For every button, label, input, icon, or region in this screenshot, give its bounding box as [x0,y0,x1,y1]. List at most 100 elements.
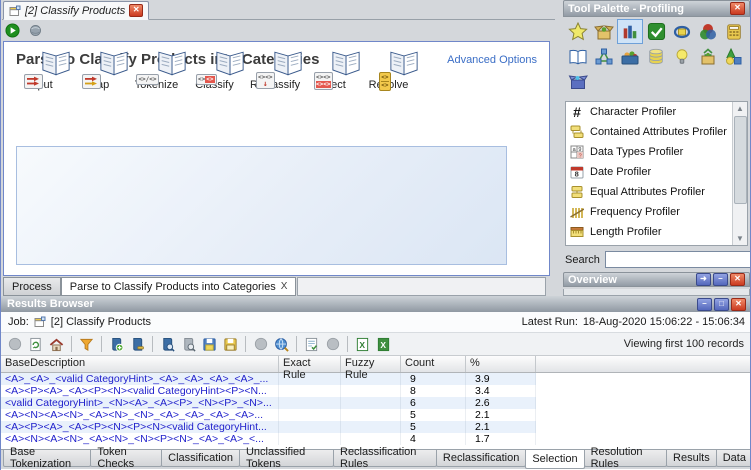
column-header-exact-rule[interactable]: Exact Rule [279,356,341,372]
list-item-equal-attributes-profiler[interactable]: Equal Attributes Profiler [566,182,747,202]
list-item-frequency-profiler[interactable]: Frequency Profiler [566,202,747,222]
viewing-note: Viewing first 100 records [624,338,748,350]
close-icon[interactable]: ✕ [731,298,746,311]
minimize-icon[interactable]: – [697,298,712,311]
sphere-icon[interactable] [29,24,42,37]
color-circles-icon[interactable] [695,19,721,44]
scrollbar-thumb[interactable] [734,116,747,204]
list-item-date-profiler[interactable]: 8 Date Profiler [566,162,747,182]
advanced-options-link[interactable]: Advanced Options [447,54,537,66]
overview-title: Overview [568,273,694,287]
column-header-basedescription[interactable]: BaseDescription [1,356,279,372]
checkbox-icon[interactable] [643,19,669,44]
database-icon[interactable] [643,44,669,69]
profiler-list-scrollbar[interactable]: ▲ ▼ [732,102,747,245]
list-item-character-profiler[interactable]: # Character Profiler [566,102,747,122]
star-icon[interactable] [565,19,591,44]
list-item-length-profiler[interactable]: Length Profiler [566,222,747,242]
table-row[interactable]: <A><P><A>_<A><P><N><valid CategoryHint><… [1,385,536,397]
tab-classify-products[interactable]: [2] Classify Products ✕ [3,1,149,20]
tab-resolution-rules[interactable]: Resolution Rules [584,450,667,467]
svg-text:?: ? [579,153,582,159]
tab-selection[interactable]: Selection [525,450,584,469]
overview-titlebar: Overview ➜ – ✕ [563,272,750,287]
list-item-data-types-profiler[interactable]: a9? Data Types Profiler [566,142,747,162]
web-search-icon[interactable] [272,335,291,354]
filter-funnel-icon[interactable] [77,335,96,354]
table-row[interactable]: <A>_<A>_<valid CategoryHint>_<A>_<A>_<A>… [1,373,536,385]
step-tokenize[interactable]: <>/<> Tokenize [134,76,179,91]
maximize-icon[interactable]: □ [714,298,729,311]
search-input[interactable] [605,251,751,268]
table-row[interactable]: <A><P><A>_<A><P><N><P><N><valid Category… [1,421,536,433]
open-book-icon[interactable] [565,44,591,69]
tab-reclassification[interactable]: Reclassification [436,450,526,467]
lightbulb-icon[interactable] [669,44,695,69]
bar-chart-icon[interactable] [617,19,643,44]
disabled-circle-icon[interactable] [5,335,24,354]
minimize-icon[interactable]: – [713,273,728,286]
loop-icon[interactable] [669,19,695,44]
report-form-icon[interactable] [302,335,321,354]
tab-base-tokenization[interactable]: Base Tokenization [3,450,91,467]
step-input[interactable]: Input [18,76,63,91]
tab-classification[interactable]: Classification [161,450,240,467]
results-toolbar: X X Viewing first 100 records [1,333,751,356]
tab-data[interactable]: Data [716,450,751,467]
tab-process[interactable]: Process [3,277,61,296]
tab-unclassified-tokens[interactable]: Unclassified Tokens [239,450,334,467]
tab-token-checks[interactable]: Token Checks [90,450,162,467]
results-browser-titlebar: Results Browser – □ ✕ [1,296,751,312]
remove-result-icon[interactable] [128,335,147,354]
tab-reclassification-rules[interactable]: Reclassification Rules [333,450,437,467]
close-icon[interactable]: ✕ [730,2,745,15]
box-recycle-icon[interactable] [695,44,721,69]
table-row[interactable]: <A><N><A><N>_<A><N>_<N><P><N>_<A>_<A>_<.… [1,433,536,445]
save-icon[interactable] [200,335,219,354]
search-document-gray-icon[interactable] [179,335,198,354]
svg-text:9: 9 [578,147,581,153]
column-header-fuzzy-rule[interactable]: Fuzzy Rule [341,356,401,372]
excel-export-icon[interactable]: X [353,335,372,354]
add-result-icon[interactable] [107,335,126,354]
tab-close-x[interactable]: X [281,281,288,292]
list-item-partial[interactable] [566,242,747,246]
blue-box-icon[interactable] [565,69,591,94]
close-icon[interactable]: ✕ [129,4,143,17]
tab-results[interactable]: Results [666,450,717,467]
results-browser-title: Results Browser [7,298,695,310]
step-resolve[interactable]: <><> Resolve [366,76,411,91]
disabled-circle-icon[interactable] [251,335,270,354]
scroll-down-icon[interactable]: ▼ [733,232,747,245]
refresh-document-icon[interactable] [26,335,45,354]
run-button[interactable] [5,23,20,38]
column-header-count[interactable]: Count [401,356,466,372]
calculator-icon[interactable] [721,19,747,44]
editor-toolbar [5,21,42,39]
step-select[interactable]: <><><><> Select [308,76,353,91]
step-map[interactable]: Map [76,76,121,91]
toolbox-icon[interactable] [617,44,643,69]
job-window-icon [9,5,21,17]
table-row[interactable]: <valid CategoryHint>_<N><A>_<A><P>_<N><P… [1,397,536,409]
tab-parse-to-classify[interactable]: Parse to Classify Products into Categori… [61,277,297,296]
open-box-icon[interactable] [591,19,617,44]
close-icon[interactable]: ✕ [730,273,745,286]
pin-icon[interactable]: ➜ [696,273,711,286]
step-reclassify[interactable]: <><>↓ Reclassify [250,76,295,91]
save-as-icon[interactable] [221,335,240,354]
disabled-circle-icon[interactable] [323,335,342,354]
step-classify[interactable]: <><> Classify [192,76,237,91]
home-icon[interactable] [47,335,66,354]
network-icon[interactable] [591,44,617,69]
hash-icon: # [570,104,584,120]
scroll-up-icon[interactable]: ▲ [733,102,747,115]
column-header-pct[interactable]: % [466,356,536,372]
search-result-icon[interactable] [158,335,177,354]
excel-export-green-icon[interactable]: X [374,335,393,354]
search-label: Search [565,254,600,266]
table-row[interactable]: <A><N><A><N>_<A><N>_<N>_<A>_<A>_<A>_<A>.… [1,409,536,421]
list-item-contained-attributes-profiler[interactable]: Contained Attributes Profiler [566,122,747,142]
flow-diagram-area[interactable] [16,146,507,265]
shapes-icon[interactable] [721,44,747,69]
